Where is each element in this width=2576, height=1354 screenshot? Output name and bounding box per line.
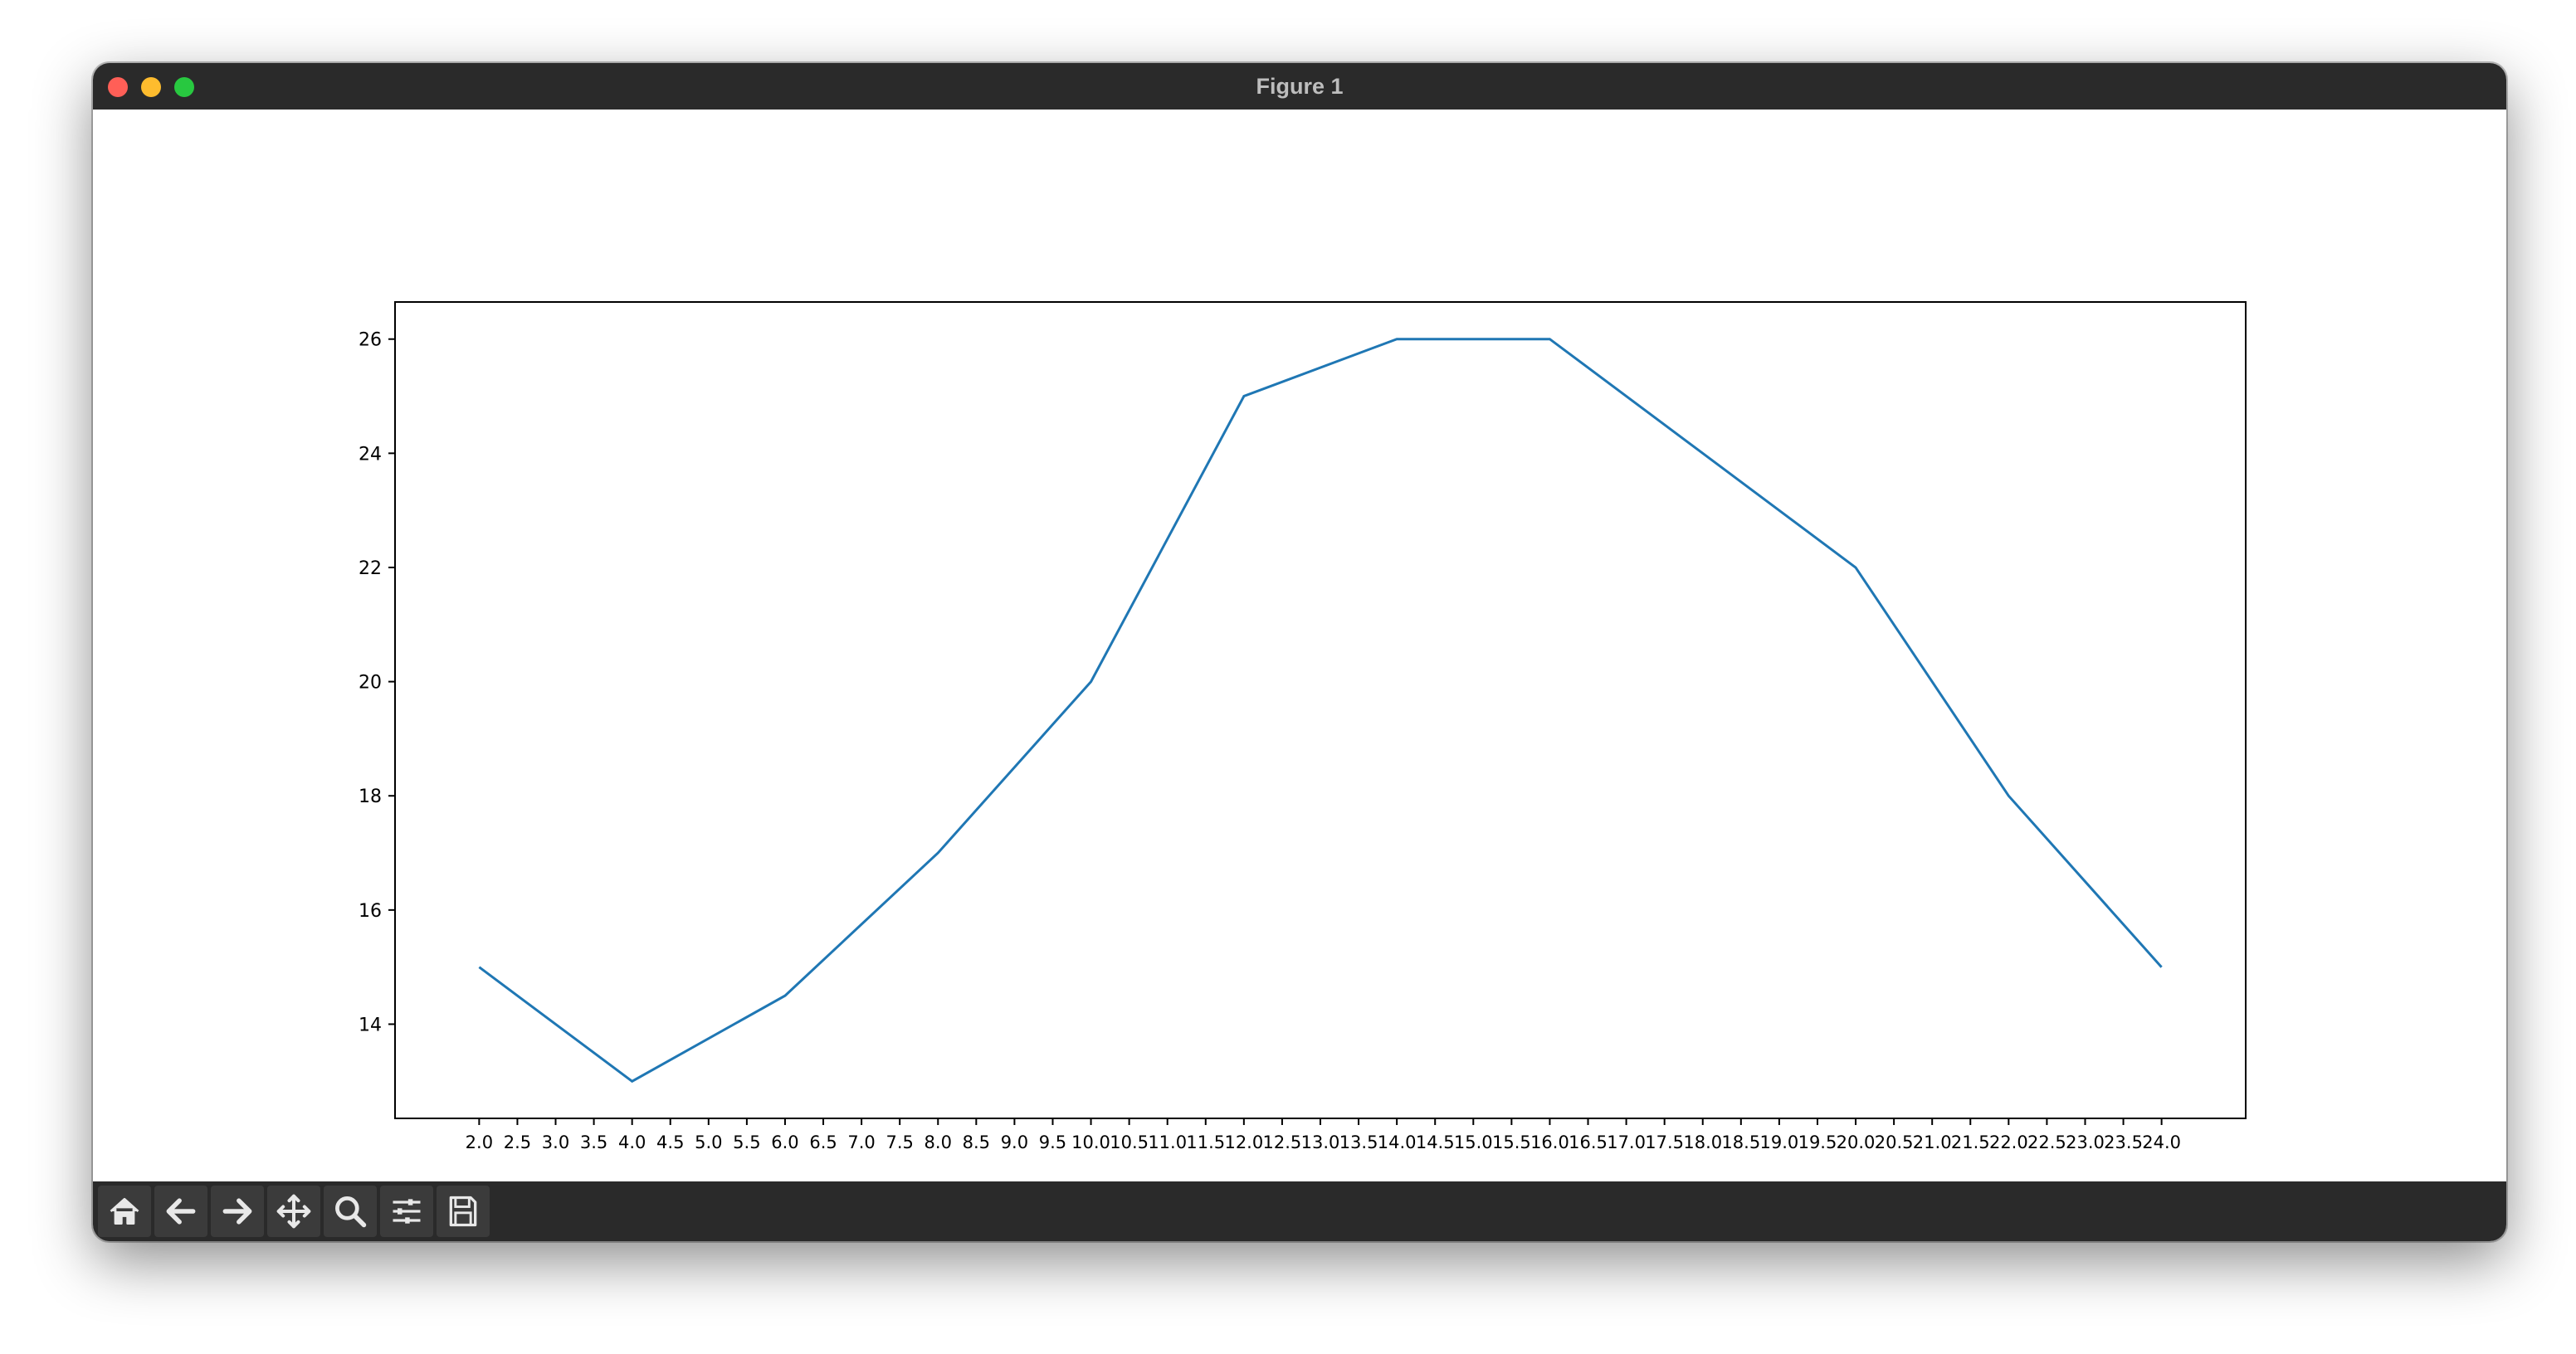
x-tick-label: 10.5 — [1110, 1132, 1149, 1152]
x-tick-label: 5.0 — [695, 1132, 722, 1152]
x-tick-label: 3.5 — [580, 1132, 607, 1152]
x-tick-label: 22.5 — [2027, 1132, 2066, 1152]
back-icon — [166, 1198, 196, 1225]
minimize-button[interactable] — [141, 77, 161, 97]
x-tick-label: 9.5 — [1039, 1132, 1066, 1152]
y-tick-label: 24 — [359, 444, 382, 465]
forward-icon — [222, 1198, 252, 1225]
x-tick-label: 17.0 — [1607, 1132, 1646, 1152]
navigation-toolbar — [93, 1181, 2506, 1241]
x-tick-label: 16.5 — [1569, 1132, 1608, 1152]
x-axis: 2.0 2.5 3.0 3.5 4.0 4.5 5.0 5.5 6.0 6.5 7.0 7.5 8.0 8… — [466, 1118, 2181, 1152]
title-bar: Figure 1 — [93, 63, 2506, 110]
save-button[interactable] — [437, 1186, 490, 1237]
x-tick-label: 15.5 — [1492, 1132, 1531, 1152]
x-tick-label: 7.5 — [886, 1132, 913, 1152]
x-tick-label: 22.0 — [1989, 1132, 2028, 1152]
zoom-button[interactable] — [324, 1186, 377, 1237]
x-tick-label: 8.0 — [925, 1132, 952, 1152]
y-tick-label: 20 — [359, 673, 382, 694]
y-tick-label: 22 — [359, 558, 382, 579]
y-tick-label: 14 — [359, 1015, 382, 1035]
plot-area — [394, 301, 2247, 1119]
y-axis: 14 16 18 20 22 24 26 — [359, 330, 395, 1035]
data-point — [1701, 451, 1705, 455]
x-tick-label: 19.0 — [1760, 1132, 1799, 1152]
x-tick-label: 15.0 — [1454, 1132, 1493, 1152]
figure-window: Figure 1 14 16 18 20 22 24 26 2.0 2.5 3.0 3.5 4.0 4… — [93, 63, 2506, 1241]
x-tick-label: 19.5 — [1798, 1132, 1837, 1152]
x-tick-label: 11.5 — [1186, 1132, 1225, 1152]
data-point — [1242, 395, 1246, 398]
x-tick-label: 5.5 — [733, 1132, 760, 1152]
pan-button[interactable] — [267, 1186, 320, 1237]
x-tick-label: 20.0 — [1837, 1132, 1876, 1152]
x-tick-label: 23.0 — [2066, 1132, 2105, 1152]
home-icon — [110, 1197, 139, 1225]
data-point — [783, 994, 787, 997]
window-title: Figure 1 — [1256, 73, 1344, 99]
x-tick-label: 21.0 — [1913, 1132, 1952, 1152]
data-point — [936, 851, 939, 855]
save-icon — [449, 1196, 477, 1227]
x-tick-label: 12.0 — [1224, 1132, 1263, 1152]
x-tick-label: 14.0 — [1378, 1132, 1417, 1152]
x-tick-label: 21.5 — [1951, 1132, 1990, 1152]
back-button[interactable] — [154, 1186, 207, 1237]
x-tick-label: 24.0 — [2142, 1132, 2181, 1152]
x-tick-label: 18.5 — [1721, 1132, 1760, 1152]
y-tick-label: 16 — [359, 901, 382, 922]
x-tick-label: 6.0 — [771, 1132, 798, 1152]
data-point — [1854, 566, 1857, 569]
x-tick-label: 23.5 — [2104, 1132, 2143, 1152]
zoom-icon — [335, 1196, 367, 1228]
x-tick-label: 16.0 — [1530, 1132, 1569, 1152]
x-tick-label: 12.5 — [1263, 1132, 1302, 1152]
x-tick-label: 4.5 — [656, 1132, 684, 1152]
y-tick-label: 26 — [359, 330, 382, 351]
x-tick-label: 2.5 — [504, 1132, 531, 1152]
x-tick-label: 11.0 — [1148, 1132, 1187, 1152]
x-tick-label: 8.5 — [963, 1132, 990, 1152]
x-tick-label: 17.5 — [1645, 1132, 1684, 1152]
pan-icon — [276, 1194, 311, 1229]
x-tick-label: 4.0 — [618, 1132, 646, 1152]
home-button[interactable] — [98, 1186, 151, 1237]
x-tick-label: 13.5 — [1339, 1132, 1378, 1152]
x-tick-label: 13.0 — [1301, 1132, 1340, 1152]
window-controls — [108, 77, 194, 97]
configure-subplots-icon — [393, 1199, 421, 1224]
close-button[interactable] — [108, 77, 128, 97]
x-tick-label: 3.0 — [542, 1132, 569, 1152]
x-tick-label: 10.0 — [1071, 1132, 1110, 1152]
y-tick-label: 18 — [359, 787, 382, 807]
x-tick-label: 20.5 — [1875, 1132, 1914, 1152]
forward-button[interactable] — [211, 1186, 264, 1237]
data-point — [2160, 966, 2164, 969]
data-point — [1395, 338, 1398, 341]
x-tick-label: 6.5 — [809, 1132, 837, 1152]
x-tick-label: 9.0 — [1001, 1132, 1028, 1152]
configure-subplots-button[interactable] — [380, 1186, 433, 1237]
x-tick-label: 7.0 — [847, 1132, 875, 1152]
data-point — [631, 1079, 634, 1083]
x-tick-label: 2.0 — [466, 1132, 493, 1152]
maximize-button[interactable] — [174, 77, 194, 97]
x-tick-label: 14.5 — [1416, 1132, 1455, 1152]
line-chart: 14 16 18 20 22 24 26 2.0 2.5 3.0 3.5 4.0 4.5 5.0 5.5 6… — [359, 301, 2247, 1152]
x-tick-label: 18.0 — [1683, 1132, 1722, 1152]
data-point — [1548, 338, 1551, 341]
data-point — [477, 966, 481, 969]
data-point — [2007, 794, 2010, 797]
data-point — [1090, 680, 1093, 684]
figure-canvas: 14 16 18 20 22 24 26 2.0 2.5 3.0 3.5 4.0 4.5 5.0 5.5 6… — [93, 110, 2506, 1181]
